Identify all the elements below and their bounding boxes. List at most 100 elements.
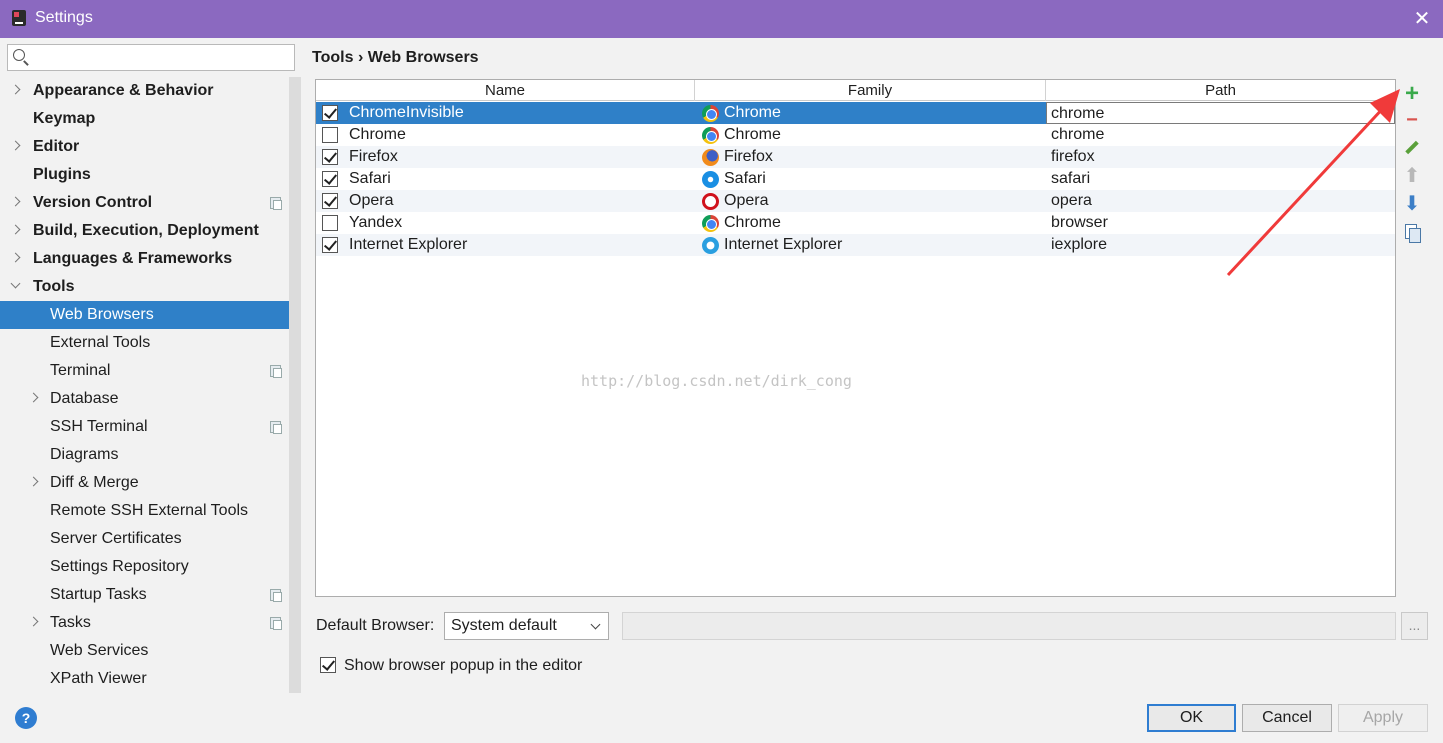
sidebar-item-label: SSH Terminal: [50, 418, 148, 435]
browser-family-cell[interactable]: Chrome: [724, 212, 781, 234]
sidebar-item-xpath-viewer[interactable]: XPath Viewer: [0, 665, 289, 693]
project-level-icon: [270, 589, 282, 602]
browser-family-cell[interactable]: Opera: [724, 190, 768, 212]
settings-tree: Appearance & Behavior Keymap Editor Plugins…: [0, 77, 289, 693]
sidebar-item-label: Keymap: [33, 110, 96, 127]
chrome-icon: [702, 127, 719, 144]
sidebar-item-web-services[interactable]: Web Services: [0, 637, 289, 665]
apply-button: Apply: [1338, 704, 1428, 732]
ok-button[interactable]: OK: [1147, 704, 1236, 732]
chevron-right-icon[interactable]: [28, 616, 39, 627]
column-header-family[interactable]: Family: [695, 80, 1046, 101]
sidebar-item-external-tools[interactable]: External Tools: [0, 329, 289, 357]
browser-enabled-checkbox[interactable]: [322, 149, 338, 165]
browser-name-cell[interactable]: Yandex: [349, 212, 402, 234]
annotation-arrow: [1226, 89, 1400, 277]
sidebar-item-keymap[interactable]: Keymap: [0, 105, 289, 133]
sidebar-item-startup-tasks[interactable]: Startup Tasks: [0, 581, 289, 609]
sidebar-item-label: Terminal: [50, 362, 111, 379]
sidebar-item-label: Settings Repository: [50, 558, 189, 575]
browser-path-cell[interactable]: opera: [1051, 190, 1092, 212]
sidebar-item-database[interactable]: Database: [0, 385, 289, 413]
sidebar-item-languages-frameworks[interactable]: Languages & Frameworks: [0, 245, 289, 273]
chevron-right-icon[interactable]: [10, 140, 21, 151]
browser-name-cell[interactable]: Internet Explorer: [349, 234, 467, 256]
chrome-icon: [702, 105, 719, 122]
sidebar-item-diagrams[interactable]: Diagrams: [0, 441, 289, 469]
breadcrumb-parent: Tools: [312, 49, 354, 66]
intellij-app-icon: [12, 10, 26, 26]
sidebar-scrollbar[interactable]: [289, 77, 301, 693]
sidebar-item-ssh-terminal[interactable]: SSH Terminal: [0, 413, 289, 441]
help-icon[interactable]: ?: [15, 707, 37, 729]
chevron-right-icon[interactable]: [10, 196, 21, 207]
sidebar-item-web-browsers[interactable]: Web Browsers: [0, 301, 289, 329]
default-browser-select[interactable]: System default: [444, 612, 609, 640]
column-header-name[interactable]: Name: [316, 80, 695, 101]
sidebar-item-terminal[interactable]: Terminal: [0, 357, 289, 385]
browser-enabled-checkbox[interactable]: [322, 127, 338, 143]
chevron-right-icon[interactable]: [28, 476, 39, 487]
browser-family-cell[interactable]: Firefox: [724, 146, 773, 168]
chevron-right-icon[interactable]: [10, 252, 21, 263]
sidebar-item-label: Tools: [33, 278, 75, 295]
cancel-button[interactable]: Cancel: [1242, 704, 1332, 732]
browser-enabled-checkbox[interactable]: [322, 237, 338, 253]
show-popup-label: Show browser popup in the editor: [344, 657, 583, 674]
sidebar-item-server-certificates[interactable]: Server Certificates: [0, 525, 289, 553]
browser-name-cell[interactable]: Chrome: [349, 124, 406, 146]
browser-enabled-checkbox[interactable]: [322, 105, 338, 121]
sidebar-item-build-execution-deployment[interactable]: Build, Execution, Deployment: [0, 217, 289, 245]
chrome-icon: [702, 215, 719, 232]
browser-path-cell[interactable]: chrome: [1051, 124, 1104, 146]
breadcrumb: Tools › Web Browsers: [312, 49, 479, 67]
default-browser-label: Default Browser:: [316, 617, 435, 634]
chevron-down-icon: [590, 619, 601, 630]
browser-enabled-checkbox[interactable]: [322, 193, 338, 209]
settings-sidebar: Appearance & Behavior Keymap Editor Plugins…: [0, 38, 301, 693]
chevron-right-icon[interactable]: [28, 392, 39, 403]
sidebar-item-label: Languages & Frameworks: [33, 250, 233, 267]
show-popup-checkbox[interactable]: [320, 657, 336, 673]
browser-name-cell[interactable]: Opera: [349, 190, 393, 212]
browser-enabled-checkbox[interactable]: [322, 215, 338, 231]
browser-path-cell[interactable]: safari: [1051, 168, 1090, 190]
browser-name-cell[interactable]: Safari: [349, 168, 391, 190]
chevron-right-icon[interactable]: [10, 224, 21, 235]
browser-enabled-checkbox[interactable]: [322, 171, 338, 187]
sidebar-item-remote-ssh-external-tools[interactable]: Remote SSH External Tools: [0, 497, 289, 525]
browser-path-cell[interactable]: iexplore: [1051, 234, 1107, 256]
browser-name-cell[interactable]: Firefox: [349, 146, 398, 168]
browser-family-cell[interactable]: Safari: [724, 168, 766, 190]
window-title: Settings: [35, 9, 93, 26]
chevron-right-icon[interactable]: [10, 84, 21, 95]
search-icon: [13, 49, 25, 61]
sidebar-item-tasks[interactable]: Tasks: [0, 609, 289, 637]
sidebar-item-settings-repository[interactable]: Settings Repository: [0, 553, 289, 581]
browse-button: ...: [1401, 612, 1428, 640]
chevron-down-icon[interactable]: [10, 278, 21, 289]
browser-family-cell[interactable]: Chrome: [724, 124, 781, 146]
sidebar-item-label: Remote SSH External Tools: [50, 502, 249, 519]
close-icon[interactable]: ✕: [1409, 6, 1435, 32]
search-input[interactable]: [7, 44, 295, 71]
default-browser-value: System default: [451, 617, 557, 634]
sidebar-item-editor[interactable]: Editor: [0, 133, 289, 161]
browser-path-cell[interactable]: browser: [1051, 212, 1108, 234]
browser-family-cell[interactable]: Internet Explorer: [724, 234, 842, 256]
browser-path-cell[interactable]: firefox: [1051, 146, 1095, 168]
sidebar-item-plugins[interactable]: Plugins: [0, 161, 289, 189]
sidebar-item-label: Editor: [33, 138, 80, 155]
opera-icon: [702, 193, 719, 210]
sidebar-item-label: Version Control: [33, 194, 153, 211]
browser-name-cell[interactable]: ChromeInvisible: [349, 102, 464, 124]
browser-family-cell[interactable]: Chrome: [724, 102, 781, 124]
project-level-icon: [270, 617, 282, 630]
sidebar-item-diff-merge[interactable]: Diff & Merge: [0, 469, 289, 497]
title-bar: Settings ✕: [0, 0, 1443, 38]
sidebar-item-tools[interactable]: Tools: [0, 273, 289, 301]
project-level-icon: [270, 197, 282, 210]
sidebar-item-appearance-behavior[interactable]: Appearance & Behavior: [0, 77, 289, 105]
breadcrumb-separator: ›: [357, 49, 364, 66]
sidebar-item-version-control[interactable]: Version Control: [0, 189, 289, 217]
